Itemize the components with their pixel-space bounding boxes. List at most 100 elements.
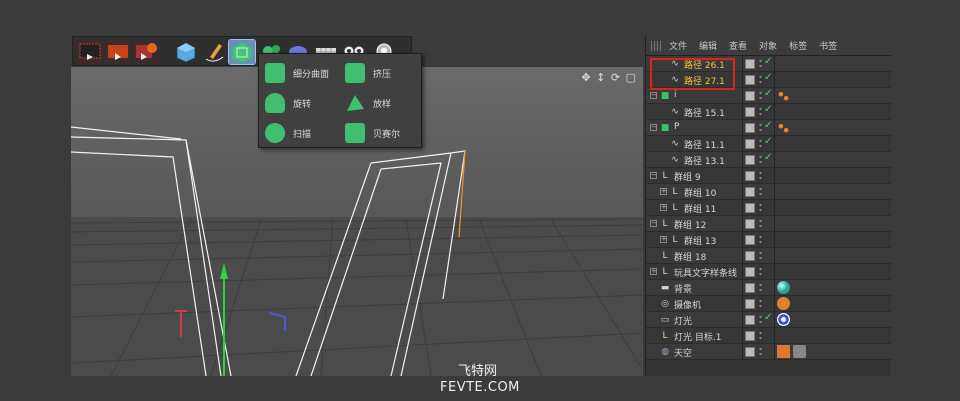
tree-expander-icon[interactable]: − <box>650 220 657 227</box>
layer-swatch-icon[interactable] <box>745 203 755 213</box>
visibility-dots-icon[interactable] <box>759 154 762 165</box>
visibility-dots-icon[interactable] <box>759 58 762 69</box>
menu-item-bezier[interactable]: 贝赛尔 <box>339 118 419 148</box>
visibility-dots-icon[interactable] <box>759 282 762 293</box>
layer-swatch-icon[interactable] <box>745 107 755 117</box>
menu-edit[interactable]: 编辑 <box>699 39 717 52</box>
menu-item-subdivision-surface[interactable]: 细分曲面 <box>259 58 339 88</box>
enabled-check-icon[interactable]: ✓ <box>764 312 772 323</box>
tree-expander-icon[interactable]: − <box>650 124 657 131</box>
enabled-check-icon[interactable]: ✓ <box>764 152 772 163</box>
cube-primitive-icon[interactable] <box>173 40 199 64</box>
render-view-icon[interactable] <box>105 40 131 64</box>
subdivision-generator-icon[interactable] <box>228 39 256 65</box>
layer-swatch-icon[interactable] <box>745 187 755 197</box>
menu-file[interactable]: 文件 <box>669 39 687 52</box>
menu-item-extrude[interactable]: 挤压 <box>339 58 419 88</box>
object-name[interactable]: P <box>674 122 679 132</box>
object-row[interactable]: ∿ 路径 13.1 ✓ <box>646 152 891 168</box>
visibility-dots-icon[interactable] <box>759 90 762 101</box>
menu-item-loft[interactable]: 放样 <box>339 88 419 118</box>
layer-swatch-icon[interactable] <box>745 347 755 357</box>
panel-grip-icon[interactable] <box>651 40 661 51</box>
layer-swatch-icon[interactable] <box>745 251 755 261</box>
tree-expander-icon[interactable]: − <box>650 172 657 179</box>
object-row[interactable]: ∿ 路径 11.1 ✓ <box>646 136 891 152</box>
tree-expander-icon[interactable]: + <box>650 268 657 275</box>
sky-tag-icon[interactable] <box>777 345 790 358</box>
visibility-dots-icon[interactable] <box>759 74 762 85</box>
render-settings-icon[interactable] <box>133 40 159 64</box>
menu-view[interactable]: 查看 <box>729 39 747 52</box>
menu-objects[interactable]: 对象 <box>759 39 777 52</box>
render-region-icon[interactable] <box>77 40 103 64</box>
target-tag-icon[interactable] <box>777 313 790 326</box>
object-name[interactable]: 群组 11 <box>684 202 716 215</box>
enabled-check-icon[interactable]: ✓ <box>764 88 772 99</box>
tree-expander-icon[interactable]: + <box>660 204 667 211</box>
enabled-check-icon[interactable]: ✓ <box>764 56 772 67</box>
phong-tag-icon[interactable] <box>777 89 790 102</box>
layer-swatch-icon[interactable] <box>745 235 755 245</box>
object-name[interactable]: 背景 <box>674 282 692 295</box>
visibility-dots-icon[interactable] <box>759 138 762 149</box>
object-name[interactable]: 灯光 <box>674 314 692 327</box>
tree-expander-icon[interactable]: + <box>660 236 667 243</box>
layer-swatch-icon[interactable] <box>745 123 755 133</box>
enabled-check-icon[interactable]: ✓ <box>764 136 772 147</box>
enabled-check-icon[interactable]: ✓ <box>764 104 772 115</box>
layer-swatch-icon[interactable] <box>745 219 755 229</box>
object-row[interactable]: − L 群组 9 <box>646 168 891 184</box>
object-row[interactable]: + L 群组 11 <box>646 200 891 216</box>
pen-spline-icon[interactable] <box>201 40 227 64</box>
hdri-tag-icon[interactable] <box>793 345 806 358</box>
tree-expander-icon[interactable]: + <box>660 188 667 195</box>
object-name[interactable]: 群组 13 <box>684 234 716 247</box>
layer-swatch-icon[interactable] <box>745 283 755 293</box>
visibility-dots-icon[interactable] <box>759 218 762 229</box>
object-row[interactable]: + L 玩具文字样条线 <box>646 264 891 280</box>
layer-swatch-icon[interactable] <box>745 139 755 149</box>
object-row[interactable]: − ■ i ✓ <box>646 88 891 104</box>
viewport-navigation-icons[interactable]: ✥ ↕ ⟳ ▢ <box>581 71 637 84</box>
object-name[interactable]: 玩具文字样条线 <box>674 266 737 279</box>
menu-tags[interactable]: 标签 <box>789 39 807 52</box>
layer-swatch-icon[interactable] <box>745 267 755 277</box>
object-name[interactable]: 群组 10 <box>684 186 716 199</box>
visibility-dots-icon[interactable] <box>759 106 762 117</box>
layer-swatch-icon[interactable] <box>745 91 755 101</box>
object-name[interactable]: 路径 13.1 <box>684 154 725 167</box>
protection-tag-icon[interactable] <box>777 297 790 310</box>
object-row[interactable]: − ■ P ✓ <box>646 120 891 136</box>
object-name[interactable]: 群组 18 <box>674 250 706 263</box>
object-name[interactable]: 灯光 目标.1 <box>674 330 721 343</box>
phong-tag-icon[interactable] <box>777 121 790 134</box>
visibility-dots-icon[interactable] <box>759 250 762 261</box>
visibility-dots-icon[interactable] <box>759 186 762 197</box>
menu-item-lathe[interactable]: 旋转 <box>259 88 339 118</box>
layer-swatch-icon[interactable] <box>745 59 755 69</box>
layer-swatch-icon[interactable] <box>745 155 755 165</box>
object-row[interactable]: L 灯光 目标.1 <box>646 328 891 344</box>
object-name[interactable]: 群组 12 <box>674 218 706 231</box>
object-row[interactable]: + L 群组 10 <box>646 184 891 200</box>
visibility-dots-icon[interactable] <box>759 346 762 357</box>
layer-swatch-icon[interactable] <box>745 299 755 309</box>
object-name[interactable]: 天空 <box>674 346 692 359</box>
object-row[interactable]: ▬ 背景 <box>646 280 891 296</box>
layer-swatch-icon[interactable] <box>745 75 755 85</box>
object-name[interactable]: 路径 11.1 <box>684 138 725 151</box>
object-row[interactable]: ▭ 灯光 ✓ <box>646 312 891 328</box>
visibility-dots-icon[interactable] <box>759 314 762 325</box>
visibility-dots-icon[interactable] <box>759 234 762 245</box>
tree-expander-icon[interactable]: − <box>650 92 657 99</box>
object-name[interactable]: 路径 15.1 <box>684 106 725 119</box>
object-name[interactable]: i <box>674 90 677 100</box>
material-sphere-icon[interactable] <box>777 281 790 294</box>
menu-bookmarks[interactable]: 书签 <box>819 39 837 52</box>
layer-swatch-icon[interactable] <box>745 315 755 325</box>
menu-item-sweep[interactable]: 扫描 <box>259 118 339 148</box>
layer-swatch-icon[interactable] <box>745 171 755 181</box>
object-row[interactable]: − L 群组 12 <box>646 216 891 232</box>
object-row[interactable]: ◎ 摄像机 <box>646 296 891 312</box>
